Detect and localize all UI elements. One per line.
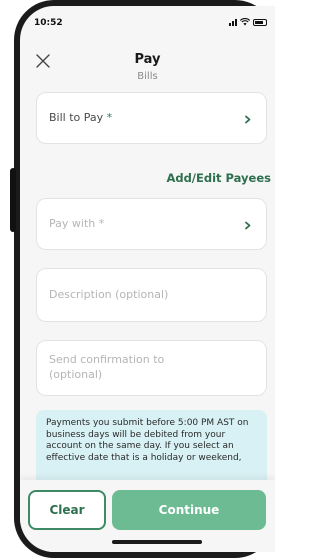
pay-with-select[interactable]: Pay with * — [36, 198, 267, 250]
payment-notice: Payments you submit before 5:00 PM AST o… — [36, 410, 267, 480]
description-field[interactable]: Description (optional) — [36, 268, 267, 322]
clear-button[interactable]: Clear — [28, 490, 106, 530]
status-time: 10:52 — [34, 18, 63, 28]
continue-button[interactable]: Continue — [112, 490, 266, 530]
app-screen: 10:52 Pay Bills Bill to Pay * Add/Edit P… — [20, 6, 275, 552]
action-footer: Clear Continue — [20, 480, 275, 552]
status-bar: 10:52 — [20, 6, 275, 34]
add-edit-payees-link[interactable]: Add/Edit Payees — [166, 171, 271, 185]
bill-to-pay-label: Bill to Pay * — [49, 111, 113, 124]
bill-to-pay-select[interactable]: Bill to Pay * — [36, 92, 267, 144]
phone-side-button — [10, 168, 16, 232]
description-placeholder: Description (optional) — [49, 288, 169, 301]
send-confirmation-field[interactable]: Send confirmation to (optional) — [36, 340, 267, 396]
payment-notice-text: Payments you submit before 5:00 PM AST o… — [46, 418, 249, 463]
chevron-right-icon — [245, 221, 251, 230]
chevron-right-icon — [245, 115, 251, 124]
send-confirmation-placeholder: Send confirmation to (optional) — [49, 353, 165, 381]
page-title: Pay — [134, 52, 161, 67]
wifi-icon — [240, 18, 250, 26]
battery-icon — [253, 19, 267, 26]
status-icons — [229, 18, 267, 26]
pay-with-label: Pay with * — [49, 217, 105, 230]
home-indicator[interactable] — [112, 540, 202, 544]
signal-icon — [229, 19, 237, 26]
page-subtitle: Bills — [137, 71, 158, 82]
page-header: Pay Bills — [20, 46, 275, 90]
